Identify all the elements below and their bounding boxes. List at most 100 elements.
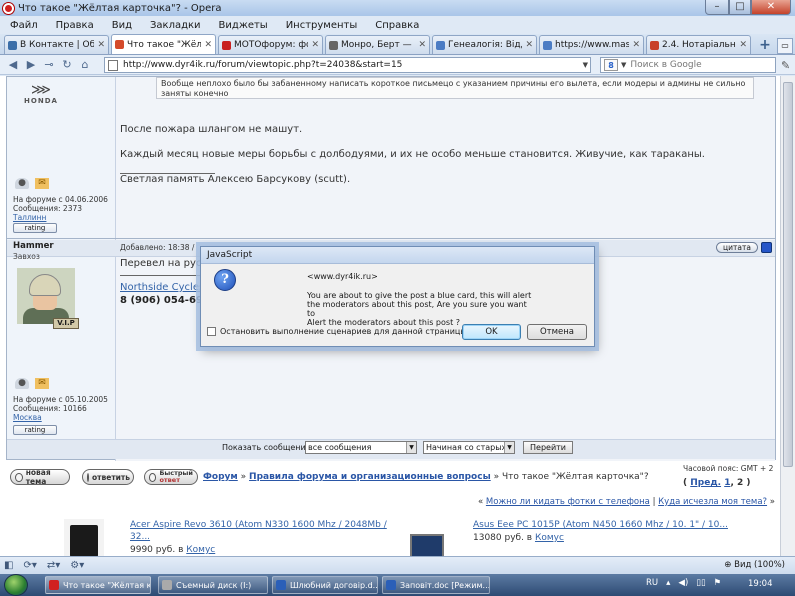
unite-icon[interactable]: ⇄▾ <box>47 560 60 571</box>
go-button[interactable]: Перейти <box>523 441 573 454</box>
url-history-dropdown-icon[interactable]: ▼ <box>583 61 588 69</box>
fast-forward-icon[interactable]: ⊸ <box>40 57 58 73</box>
menu-bookmarks[interactable]: Закладки <box>150 20 201 31</box>
menu-edit[interactable]: Правка <box>56 20 94 31</box>
user-city-link[interactable]: Таллинн <box>13 213 108 222</box>
reply-icon <box>87 472 89 482</box>
ok-button[interactable]: OK <box>462 324 521 340</box>
stop-scripts-checkbox[interactable]: Остановить выполнение сценариев для данн… <box>207 327 467 336</box>
tab-close-icon[interactable]: ✕ <box>204 40 212 50</box>
user-city-link[interactable]: Москва <box>13 413 108 422</box>
post-signature: Светлая память Алексею Барсукову (scutt)… <box>120 174 351 185</box>
tab-wikipedia[interactable]: Монро, Берт — В...✕ <box>325 35 430 54</box>
tab-label: MOTOфорум: фо... <box>234 40 308 50</box>
vertical-scrollbar[interactable] <box>780 76 795 556</box>
signature-link[interactable]: Northside Cycles - <box>120 282 211 293</box>
tab-close-icon[interactable]: ✕ <box>311 40 319 50</box>
minimize-button[interactable]: – <box>705 0 729 15</box>
cancel-button[interactable]: Отмена <box>527 324 587 340</box>
close-button[interactable]: ✕ <box>751 0 791 15</box>
dialog-message-line: the moderators about this post, Are you … <box>307 300 527 318</box>
tab-close-icon[interactable]: ✕ <box>97 40 105 50</box>
menu-tools[interactable]: Инструменты <box>286 20 358 31</box>
google-search-engine-icon[interactable]: 8 <box>604 59 618 71</box>
taskbar-item-word-doc1[interactable]: Шлюбний договір.d... <box>272 576 378 594</box>
tab-close-icon[interactable]: ✕ <box>739 40 747 50</box>
tab-close-icon[interactable]: ✕ <box>418 40 426 50</box>
rating-button[interactable]: rating <box>13 425 57 435</box>
reload-icon[interactable]: ↻ <box>58 57 76 73</box>
prev-topic-link[interactable]: Можно ли кидать фотки с телефона <box>486 497 650 507</box>
quote-line-2: заняты конечно <box>161 89 229 98</box>
tab-label: 2.4. Нотаріальна п... <box>662 40 737 50</box>
tab-label: https://www.mast... <box>555 40 629 50</box>
breadcrumb-forum-link[interactable]: Форум <box>203 472 238 482</box>
tab-list-icon[interactable]: ▭ <box>777 38 793 54</box>
tab-genealogy[interactable]: Генеалогія: Відділ...✕ <box>432 35 537 54</box>
language-indicator[interactable]: RU <box>646 578 658 588</box>
menu-widgets[interactable]: Виджеты <box>219 20 268 31</box>
network-icon[interactable]: ▯▯ <box>696 578 705 588</box>
profile-icon[interactable]: ● <box>15 178 29 189</box>
taskbar-item-removable-disk[interactable]: Съемный диск (I:) <box>158 576 268 594</box>
windows-taskbar: Что такое "Жёлтая к... Съемный диск (I:)… <box>0 574 795 596</box>
search-engine-dropdown-icon[interactable]: ▼ <box>621 61 626 69</box>
next-topic-link[interactable]: Куда исчезла моя тема? <box>658 497 767 507</box>
ad-product-image[interactable] <box>410 534 444 556</box>
settings-icon[interactable]: ⚙▾ <box>70 560 84 571</box>
address-field[interactable]: http://www.dyr4ik.ru/forum/viewtopic.php… <box>104 57 591 73</box>
profile-icon[interactable]: ● <box>15 378 29 389</box>
tab-notarial[interactable]: 2.4. Нотаріальна п...✕ <box>646 35 751 54</box>
checkbox-box[interactable] <box>207 327 216 336</box>
quick-reply-button[interactable]: Быстрый ответ <box>144 469 198 485</box>
post-author-name[interactable]: Hammer <box>13 241 54 251</box>
private-message-icon[interactable]: ✉ <box>35 178 49 189</box>
zoom-control[interactable]: ⊕ Вид (100%) <box>724 560 785 570</box>
ad-product-link[interactable]: Asus Eee PC 1015P (Atom N450 1660 Mhz / … <box>473 519 728 531</box>
new-topic-button[interactable]: новая тема <box>10 468 70 486</box>
quote-line-1: Вообще неплохо было бы забаненному напис… <box>161 79 746 88</box>
back-arrow-icon[interactable]: ◀ <box>4 57 22 73</box>
ad-shop-link[interactable]: Комус <box>535 533 564 543</box>
volume-icon[interactable]: ◀) <box>678 578 688 588</box>
menu-help[interactable]: Справка <box>375 20 419 31</box>
taskbar-item-opera[interactable]: Что такое "Жёлтая к... <box>45 576 151 594</box>
tab-motoforum[interactable]: MOTOфорум: фо...✕ <box>218 35 323 54</box>
turbo-icon[interactable]: ⟳▾ <box>23 560 36 571</box>
ad-shop-link[interactable]: Комус <box>186 545 215 555</box>
quote-button[interactable]: цитата <box>716 242 758 253</box>
home-icon[interactable]: ⌂ <box>76 57 94 73</box>
ad-product-image[interactable] <box>64 519 104 556</box>
flag-icon[interactable]: ⚑ <box>714 578 722 588</box>
tab-yellow-card[interactable]: Что такое "Жёлта...✕ <box>111 34 216 54</box>
search-input[interactable]: 8 ▼ Поиск в Google <box>600 57 776 73</box>
wand-icon[interactable]: ✎ <box>781 59 790 72</box>
sort-order-select[interactable]: Начиная со старых ▼ <box>423 441 515 454</box>
breadcrumb-section-link[interactable]: Правила форума и организационные вопросы <box>249 472 491 482</box>
private-message-icon[interactable]: ✉ <box>35 378 49 389</box>
clock[interactable]: 19:04 <box>748 579 773 589</box>
menu-view[interactable]: Вид <box>112 20 132 31</box>
tab-close-icon[interactable]: ✕ <box>632 40 640 50</box>
rating-button[interactable]: rating <box>13 223 57 233</box>
pager-bracket: ) <box>746 478 751 488</box>
panel-toggle-icon[interactable]: ◧ <box>4 560 13 571</box>
new-tab-plus-icon[interactable]: + <box>757 38 773 54</box>
tab-mast[interactable]: https://www.mast...✕ <box>539 35 644 54</box>
taskbar-item-word-doc2[interactable]: Заповіт.doc [Режим... <box>382 576 490 594</box>
start-button[interactable] <box>4 574 28 596</box>
scrollbar-thumb[interactable] <box>783 82 793 467</box>
maximize-button[interactable]: □ <box>729 0 751 15</box>
prev-page-link[interactable]: Пред. <box>690 478 721 488</box>
tab-vkontakte[interactable]: В Контакте | Обсу...✕ <box>4 35 109 54</box>
tab-favicon <box>115 40 124 49</box>
menu-file[interactable]: Файл <box>10 20 38 31</box>
ad-product-link[interactable]: Acer Aspire Revo 3610 (Atom N330 1600 Mh… <box>130 519 387 543</box>
blue-card-icon[interactable] <box>761 242 772 253</box>
tab-close-icon[interactable]: ✕ <box>525 40 533 50</box>
tray-expand-icon[interactable]: ▴ <box>666 578 670 588</box>
reply-button[interactable]: ответить <box>82 469 134 485</box>
posts-filter-select[interactable]: все сообщения ▼ <box>305 441 417 454</box>
button-label: новая тема <box>25 468 51 486</box>
forward-arrow-icon[interactable]: ▶ <box>22 57 40 73</box>
